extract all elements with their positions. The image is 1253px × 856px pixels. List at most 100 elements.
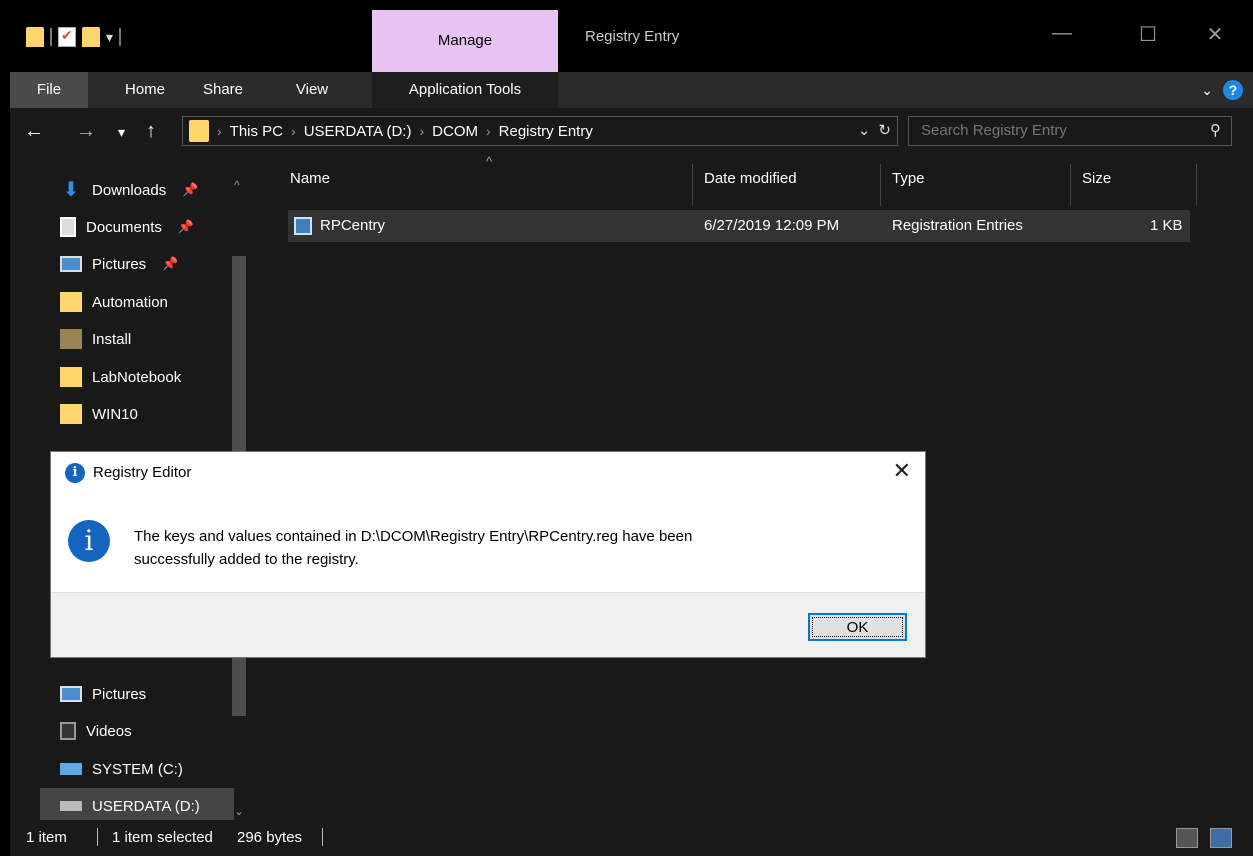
back-icon[interactable]: ←	[24, 120, 44, 143]
minimize-button[interactable]: —	[1047, 22, 1077, 45]
ribbon-controls: ⌄ ?	[1201, 80, 1243, 100]
tab-application-tools[interactable]: Application Tools	[372, 72, 558, 108]
breadcrumb-userdata[interactable]: USERDATA (D:)	[304, 123, 412, 140]
search-icon[interactable]: ⚲	[1210, 121, 1221, 139]
new-folder-icon[interactable]	[82, 27, 100, 47]
breadcrumb-registry-entry[interactable]: Registry Entry	[499, 123, 593, 140]
search-input[interactable]	[909, 117, 1189, 144]
tab-view[interactable]: View	[272, 72, 352, 108]
title-bar: ▾ Manage Registry Entry — ☐ ✕	[10, 10, 1253, 72]
download-icon: ⬇	[62, 179, 80, 201]
drive-icon	[60, 801, 82, 811]
chevron-right-icon[interactable]: ›	[419, 123, 424, 139]
dialog-message: The keys and values contained in D:\DCOM…	[134, 525, 894, 571]
sidebar-item-system-drive[interactable]: SYSTEM (C:)	[60, 751, 183, 787]
sidebar-item-label: Downloads	[92, 181, 167, 199]
sidebar-item-label: Automation	[92, 293, 168, 311]
column-header-size[interactable]: Size	[1082, 170, 1111, 187]
explorer-window: ▾ Manage Registry Entry — ☐ ✕ File Home …	[10, 10, 1253, 856]
file-name: RPCentry	[320, 217, 386, 234]
address-controls: ⌄ ↻	[858, 121, 891, 139]
videos-icon	[60, 722, 76, 740]
documents-icon	[60, 217, 76, 237]
separator	[322, 828, 323, 846]
chevron-right-icon[interactable]: ›	[486, 123, 491, 139]
tab-share[interactable]: Share	[188, 72, 258, 108]
info-icon: i	[65, 463, 85, 483]
properties-icon[interactable]	[58, 27, 76, 47]
maximize-button[interactable]: ☐	[1133, 22, 1163, 47]
close-window-button[interactable]: ✕	[1200, 22, 1230, 47]
column-divider[interactable]	[1196, 164, 1197, 206]
expand-ribbon-icon[interactable]: ⌄	[1201, 82, 1213, 99]
tab-home[interactable]: Home	[110, 72, 180, 108]
sidebar-item-pictures[interactable]: Pictures	[60, 676, 146, 712]
sidebar-item-documents[interactable]: Documents 📌	[60, 209, 194, 245]
registry-file-icon	[294, 217, 312, 235]
search-box[interactable]: ⚲	[908, 116, 1232, 146]
dialog-message-line: The keys and values contained in D:\DCOM…	[134, 528, 693, 545]
sidebar-item-automation[interactable]: Automation	[60, 284, 168, 320]
sidebar-item-label: USERDATA (D:)	[92, 797, 200, 815]
customize-toolbar-icon[interactable]: ▾	[106, 29, 113, 46]
forward-icon[interactable]: →	[76, 120, 96, 143]
status-selection: 1 item selected	[112, 829, 213, 846]
sidebar-item-win10[interactable]: WIN10	[60, 396, 138, 432]
tab-manage-label: Manage	[437, 32, 493, 49]
pin-icon[interactable]: 📌	[162, 256, 178, 272]
column-header-type[interactable]: Type	[892, 170, 925, 187]
ok-button[interactable]: OK	[808, 613, 907, 641]
window-title: Registry Entry	[585, 28, 680, 45]
sidebar-item-label: Videos	[86, 722, 132, 740]
dialog-footer: OK	[51, 592, 925, 657]
address-bar[interactable]: › This PC › USERDATA (D:) › DCOM › Regis…	[182, 116, 898, 146]
folder-icon	[60, 292, 82, 312]
up-icon[interactable]: ↑	[146, 120, 156, 143]
breadcrumb-dcom[interactable]: DCOM	[432, 123, 478, 140]
chevron-right-icon[interactable]: ›	[291, 123, 296, 139]
file-date-modified: 6/27/2019 12:09 PM	[704, 217, 840, 234]
sidebar-item-label: Pictures	[92, 255, 147, 273]
folder-icon	[60, 404, 82, 424]
registry-editor-dialog: i Registry Editor ✕ i The keys and value…	[50, 451, 926, 658]
details-view-icon[interactable]	[1176, 828, 1198, 848]
help-icon[interactable]: ?	[1223, 80, 1243, 100]
address-dropdown-icon[interactable]: ⌄	[858, 121, 871, 139]
pictures-icon	[60, 256, 82, 272]
column-divider[interactable]	[880, 164, 881, 206]
status-size: 296 bytes	[237, 829, 303, 846]
sidebar-item-userdata-drive[interactable]: USERDATA (D:)	[40, 788, 234, 824]
pin-icon[interactable]: 📌	[182, 182, 198, 198]
sidebar-item-downloads[interactable]: ⬇ Downloads 📌	[60, 172, 199, 208]
column-divider[interactable]	[1070, 164, 1071, 206]
refresh-icon[interactable]: ↻	[878, 121, 891, 139]
column-divider[interactable]	[692, 164, 693, 206]
folder-icon	[189, 120, 209, 142]
chevron-right-icon: ›	[217, 123, 222, 139]
pictures-icon	[60, 686, 82, 702]
pin-icon[interactable]: 📌	[178, 219, 194, 235]
large-icons-view-icon[interactable]	[1210, 828, 1232, 848]
scroll-down-icon[interactable]: ⌄	[234, 804, 244, 818]
sidebar-item-label: Documents	[86, 218, 162, 236]
dialog-close-button[interactable]: ✕	[893, 458, 911, 484]
table-row[interactable]: RPCentry 6/27/2019 12:09 PM Registration…	[288, 210, 1190, 242]
navigation-bar: ← → ▾ ↑ › This PC › USERDATA (D:) › DCOM…	[10, 108, 1253, 156]
quick-access-toolbar: ▾	[26, 24, 122, 50]
sidebar-item-labnotebook[interactable]: LabNotebook	[60, 359, 181, 395]
sidebar-item-videos[interactable]: Videos	[60, 713, 132, 749]
sidebar-item-install[interactable]: Install	[60, 321, 131, 357]
file-size: 1 KB	[1150, 217, 1183, 234]
sidebar-item-label: LabNotebook	[92, 368, 182, 386]
sidebar-item-pictures-pinned[interactable]: Pictures 📌	[60, 246, 178, 282]
column-header-name[interactable]: Name	[290, 170, 330, 187]
tab-file[interactable]: File	[10, 72, 88, 108]
column-header-date-modified[interactable]: Date modified	[704, 170, 797, 187]
scroll-up-icon[interactable]: ^	[234, 178, 240, 192]
breadcrumb-this-pc[interactable]: This PC	[230, 123, 283, 140]
tab-manage[interactable]: Manage	[372, 10, 558, 72]
sort-ascending-icon: ^	[486, 154, 493, 169]
info-large-icon: i	[68, 520, 110, 562]
ribbon-tabs: File Home Share View Application Tools ⌄…	[10, 72, 1253, 108]
recent-locations-icon[interactable]: ▾	[118, 124, 125, 141]
